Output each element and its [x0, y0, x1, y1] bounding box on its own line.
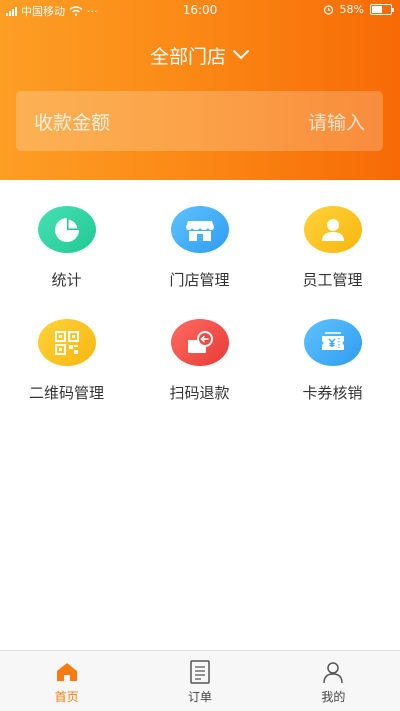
menu-label: 二维码管理 [28, 384, 104, 402]
pie-chart-icon [37, 206, 96, 253]
menu-item-statistics[interactable]: 统计 [0, 180, 133, 290]
status-bar: 中国移动 ··· 16:00 58% [0, 0, 400, 22]
tab-home[interactable]: 首页 [0, 651, 133, 711]
store-selector[interactable]: 全部门店 [0, 40, 400, 70]
coupon-icon [303, 319, 362, 366]
menu-label: 卡券核销 [302, 384, 363, 402]
profile-icon [321, 659, 345, 685]
alarm-icon [323, 5, 333, 15]
menu-label: 统计 [51, 271, 82, 289]
home-icon [55, 659, 79, 685]
qr-code-icon [37, 319, 96, 366]
menu-item-staff-management[interactable]: 员工管理 [266, 180, 399, 290]
menu-item-qr-code-management[interactable]: 二维码管理 [0, 293, 133, 403]
menu-label: 门店管理 [169, 271, 230, 289]
amount-label: 收款金额 [34, 111, 111, 134]
tab-label: 订单 [187, 690, 212, 704]
menu-label: 扫码退款 [169, 384, 230, 402]
tab-label: 我的 [321, 690, 346, 704]
battery-icon [370, 4, 394, 15]
menu-label: 员工管理 [302, 271, 363, 289]
menu-item-coupon-redemption[interactable]: 卡券核销 [266, 293, 399, 403]
tab-label: 首页 [54, 690, 79, 704]
tab-orders[interactable]: 订单 [133, 651, 266, 711]
order-icon [189, 659, 211, 685]
storefront-icon [170, 206, 229, 253]
battery-percent: 58% [339, 3, 364, 16]
header: 中国移动 ··· 16:00 58% 全部门店 收款金额 请输入 [0, 0, 400, 180]
user-icon [303, 206, 362, 253]
chevron-down-icon [233, 50, 249, 60]
amount-placeholder: 请输入 [307, 111, 365, 134]
tab-profile[interactable]: 我的 [267, 651, 400, 711]
menu-item-store-management[interactable]: 门店管理 [133, 180, 266, 290]
amount-input[interactable]: 收款金额 请输入 [16, 91, 383, 151]
bottom-tab-bar: 首页 订单 我的 [0, 650, 400, 711]
store-selector-label: 全部门店 [149, 45, 226, 68]
refund-icon [170, 319, 229, 366]
menu-item-scan-refund[interactable]: 扫码退款 [133, 293, 266, 403]
